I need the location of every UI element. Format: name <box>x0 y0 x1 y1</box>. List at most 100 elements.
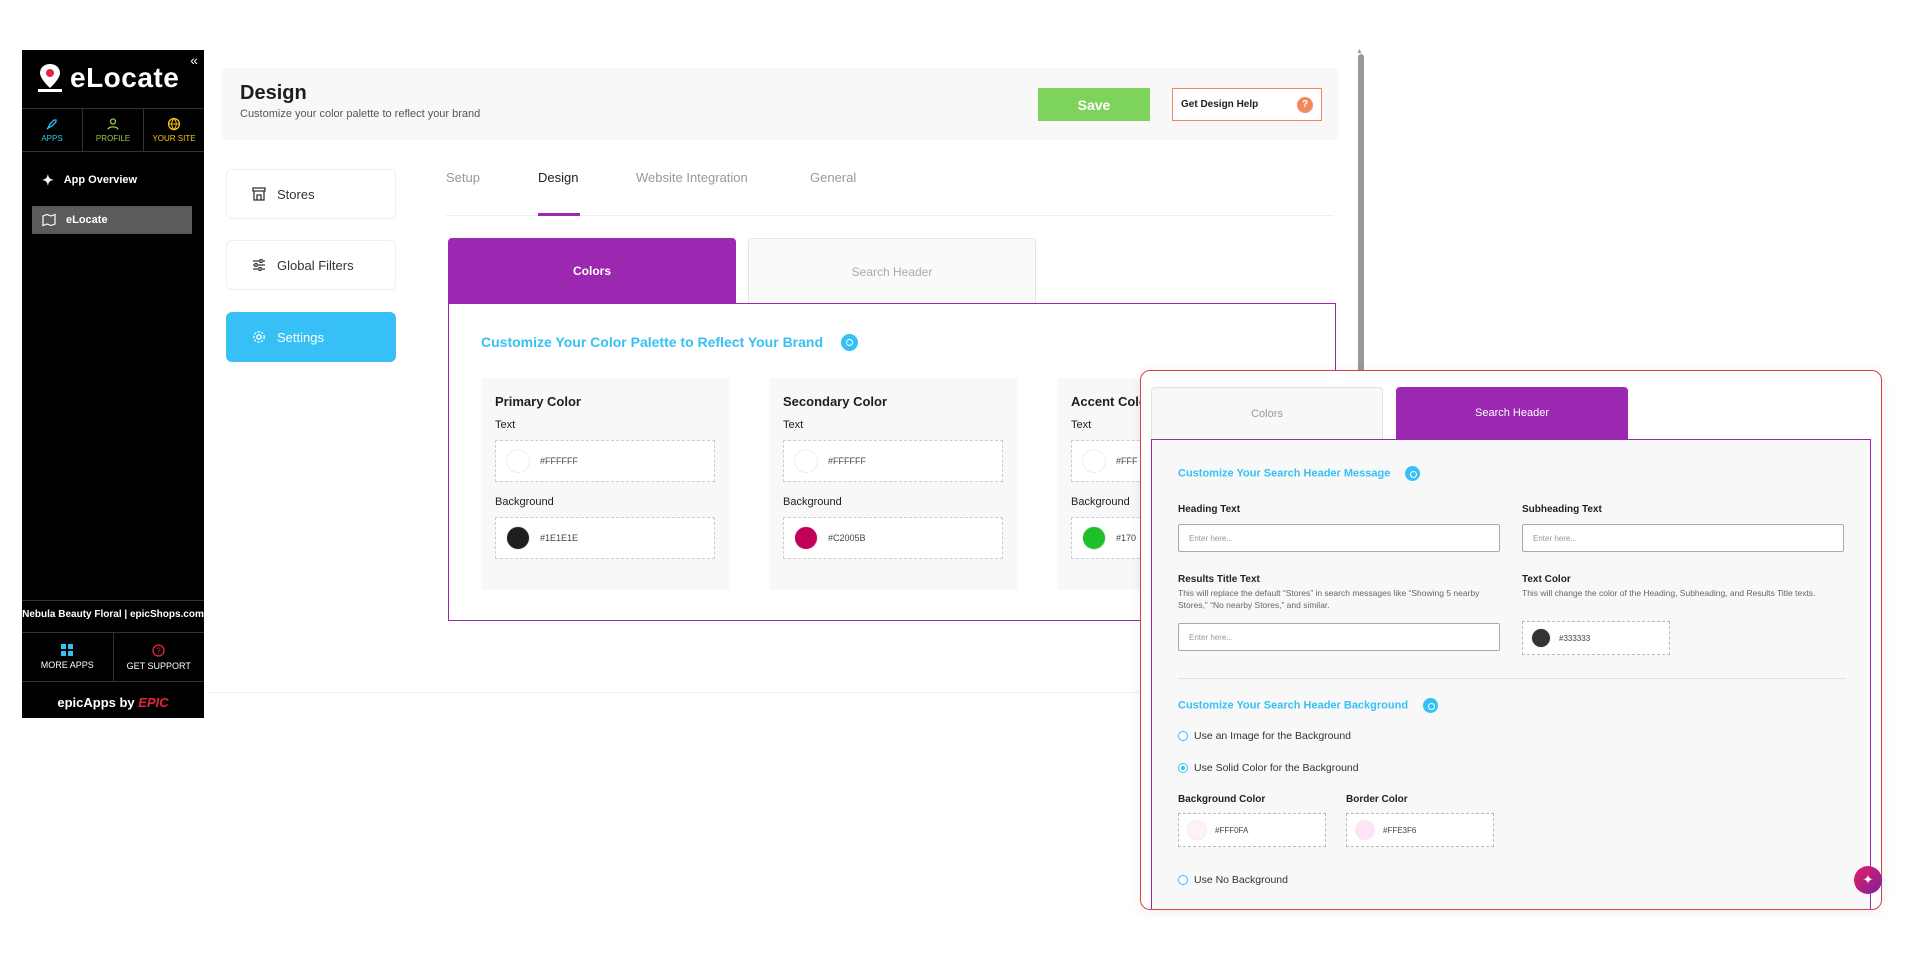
color-swatch <box>1082 526 1106 550</box>
tab-website-integration[interactable]: Website Integration <box>636 170 748 185</box>
color-value: #FFE3F6 <box>1383 825 1417 835</box>
sliders-icon <box>253 259 265 271</box>
border-color-picker[interactable]: #FFE3F6 <box>1346 813 1494 847</box>
message-section-title: Customize Your Search Header Message <box>1178 467 1391 480</box>
radio-button[interactable] <box>1178 731 1188 741</box>
card-title: Primary Color <box>495 394 581 409</box>
background-section-title: Customize Your Search Header Background <box>1178 699 1409 712</box>
color-swatch <box>1082 449 1106 473</box>
tab-apps[interactable]: APPS <box>22 109 83 151</box>
color-value: #1E1E1E <box>540 533 579 543</box>
assistant-sparkle-icon[interactable]: ✦ <box>1854 866 1882 894</box>
option-image-background[interactable]: Use an Image for the Background <box>1178 730 1351 742</box>
option-label: Use No Background <box>1194 874 1288 886</box>
grid-icon <box>61 644 74 656</box>
sidebar: « eLocate APPS PROFILE YOUR SITE ✦ App O… <box>22 50 204 718</box>
epic-brand-logo: EPIC <box>138 695 169 710</box>
background-label: Background <box>1071 496 1130 508</box>
card-title: Secondary Color <box>783 394 888 409</box>
color-swatch <box>1187 820 1207 840</box>
eye-icon[interactable] <box>1423 698 1439 713</box>
primary-text-color-picker[interactable]: #FFFFFF <box>495 440 715 482</box>
color-swatch <box>794 449 818 473</box>
get-design-help-button[interactable]: Get Design Help ? <box>1172 88 1322 121</box>
color-swatch <box>1355 820 1375 840</box>
primary-color-card: Primary Color Text #FFFFFF Background #1… <box>481 378 729 590</box>
tab-colors[interactable]: Colors <box>448 238 736 304</box>
secondary-text-color-picker[interactable]: #FFFFFF <box>783 440 1003 482</box>
nav-settings-label: Settings <box>277 329 324 345</box>
text-color-picker[interactable]: #333333 <box>1522 621 1670 655</box>
text-label: Text <box>1071 419 1092 431</box>
collapse-sidebar-icon[interactable]: « <box>190 52 198 68</box>
radio-button-selected[interactable] <box>1178 763 1188 773</box>
tab-profile-label: PROFILE <box>95 134 131 143</box>
support-icon: ? <box>152 643 165 657</box>
nav-settings[interactable]: Settings <box>226 312 396 362</box>
background-label: Background <box>783 496 842 508</box>
save-button[interactable]: Save <box>1038 88 1150 121</box>
heading-text-input[interactable]: Enter here... <box>1178 524 1500 552</box>
scrollbar[interactable] <box>1358 54 1364 374</box>
help-label: Get Design Help <box>1181 99 1259 110</box>
results-title-input[interactable]: Enter here... <box>1178 623 1500 651</box>
get-support-button[interactable]: ? GET SUPPORT <box>114 633 205 681</box>
sidebar-item-label: App Overview <box>63 174 138 186</box>
background-color-label: Background Color <box>1178 794 1266 805</box>
subheading-text-input[interactable]: Enter here... <box>1522 524 1844 552</box>
rocket-icon <box>46 119 57 130</box>
subheading-text-label: Subheading Text <box>1522 504 1602 515</box>
tab-general[interactable]: General <box>810 170 856 185</box>
more-apps-label: MORE APPS <box>40 660 94 670</box>
overlay-tab-search-header[interactable]: Search Header <box>1396 387 1628 439</box>
nav-stores-label: Stores <box>277 186 315 202</box>
app-name: eLocate <box>70 62 180 93</box>
map-pin-icon <box>38 64 62 92</box>
background-color-picker[interactable]: #FFF0FA <box>1178 813 1326 847</box>
option-solid-color-background[interactable]: Use Solid Color for the Background <box>1178 762 1359 774</box>
card-title: Accent Colo <box>1071 394 1147 409</box>
eye-icon[interactable] <box>1405 466 1421 481</box>
get-support-label: GET SUPPORT <box>126 660 191 671</box>
sidebar-item-elocate[interactable]: eLocate <box>32 206 192 234</box>
tab-setup[interactable]: Setup <box>446 170 480 185</box>
shop-name: Nebula Beauty Floral | epicShops.com <box>22 600 204 630</box>
color-value: #FFFFFF <box>828 456 866 466</box>
tab-your-site[interactable]: YOUR SITE <box>144 109 204 151</box>
radio-button[interactable] <box>1178 875 1188 885</box>
colors-section-header: Customize Your Color Palette to Reflect … <box>481 334 859 352</box>
tab-apps-label: APPS <box>41 134 63 143</box>
color-value: #FFFFFF <box>540 456 578 466</box>
option-no-background[interactable]: Use No Background <box>1178 874 1288 886</box>
text-color-help: This will change the color of the Headin… <box>1522 588 1816 598</box>
svg-text:?: ? <box>157 646 162 655</box>
primary-background-color-picker[interactable]: #1E1E1E <box>495 517 715 559</box>
page-title: Design <box>240 82 307 104</box>
option-label: Use Solid Color for the Background <box>1194 762 1359 774</box>
section-divider <box>1178 678 1846 679</box>
gear-icon <box>253 331 265 343</box>
eye-icon[interactable] <box>841 334 859 352</box>
text-label: Text <box>495 419 516 431</box>
secondary-color-card: Secondary Color Text #FFFFFF Background … <box>769 378 1017 590</box>
active-tab-indicator <box>538 213 580 216</box>
search-header-preview-panel: Colors Search Header Customize Your Sear… <box>1140 370 1882 910</box>
question-icon: ? <box>1297 97 1313 113</box>
secondary-background-color-picker[interactable]: #C2005B <box>783 517 1003 559</box>
tab-profile[interactable]: PROFILE <box>83 109 144 151</box>
nav-global-filters-label: Global Filters <box>277 257 354 273</box>
background-label: Background <box>495 496 554 508</box>
tab-search-header[interactable]: Search Header <box>748 238 1036 304</box>
sidebar-item-app-overview[interactable]: ✦ App Overview <box>32 166 192 194</box>
colors-section-title: Customize Your Color Palette to Reflect … <box>481 334 824 350</box>
overlay-tab-colors[interactable]: Colors <box>1151 387 1383 439</box>
color-value: #333333 <box>1559 633 1591 643</box>
sidebar-bottom-buttons: MORE APPS ? GET SUPPORT <box>22 632 204 682</box>
more-apps-button[interactable]: MORE APPS <box>22 633 114 681</box>
sparkle-icon: ✦ <box>42 171 54 188</box>
color-value: #170 <box>1116 533 1137 543</box>
tab-design[interactable]: Design <box>538 170 578 185</box>
nav-global-filters[interactable]: Global Filters <box>226 240 396 290</box>
tab-your-site-label: YOUR SITE <box>152 134 196 143</box>
nav-stores[interactable]: Stores <box>226 169 396 219</box>
